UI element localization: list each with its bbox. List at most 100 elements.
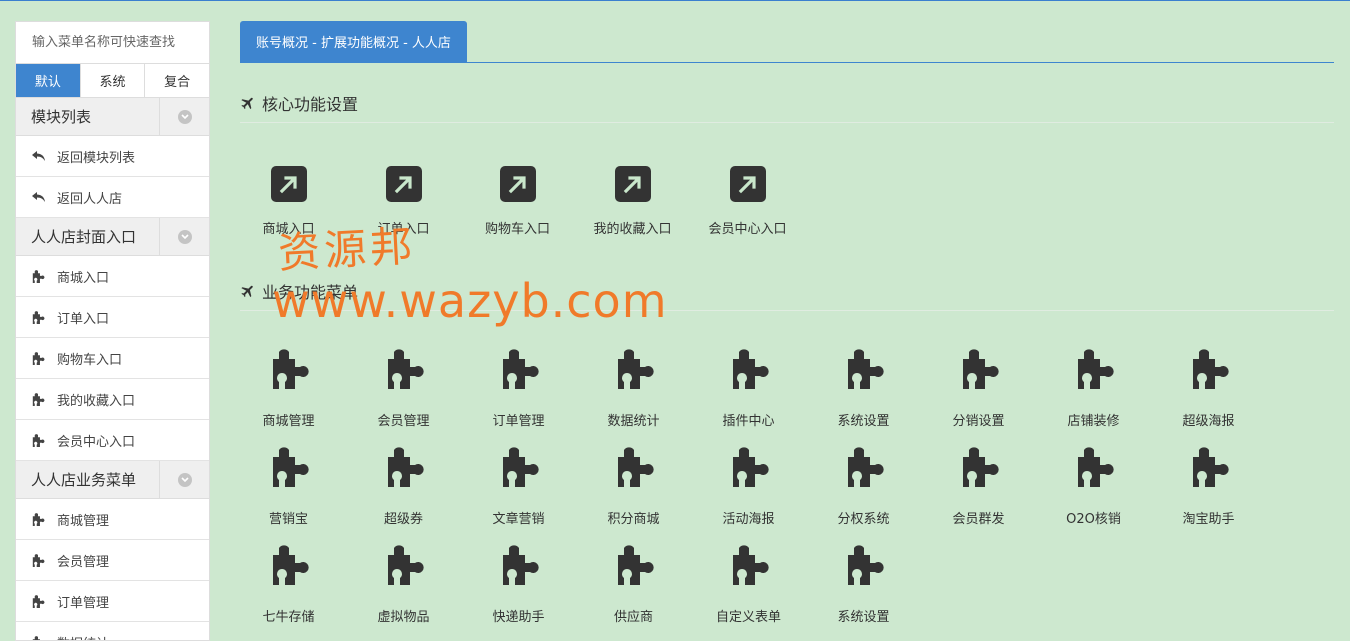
puzzle-icon — [31, 310, 47, 324]
tile-member-entry[interactable]: 会员中心入口 — [690, 166, 805, 237]
reply-icon — [31, 190, 47, 204]
business-tile[interactable]: 店铺装修 — [1036, 349, 1151, 429]
sidebar-item-member-entry[interactable]: 会员中心入口 — [16, 420, 209, 461]
business-tile[interactable]: 积分商城 — [576, 447, 691, 527]
tab-default[interactable]: 默认 — [16, 64, 81, 97]
tile-label: O2O核销 — [1066, 512, 1121, 527]
core-section-title: 核心功能设置 — [240, 91, 358, 115]
sidebar-item-label: 我的收藏入口 — [57, 393, 136, 409]
chevron-down-icon — [177, 229, 192, 244]
tile-label: 购物车入口 — [484, 222, 550, 237]
watermark-title: 资源邦 — [276, 221, 418, 278]
business-tile[interactable]: 数据统计 — [576, 349, 691, 429]
business-tile[interactable]: 会员群发 — [921, 447, 1036, 527]
tile-label: 供应商 — [613, 610, 653, 625]
menu-search-input[interactable] — [32, 35, 192, 50]
business-tile[interactable]: 超级券 — [346, 447, 461, 527]
puzzle-icon — [31, 351, 47, 365]
puzzle-icon — [384, 349, 424, 393]
tab-system[interactable]: 系统 — [81, 64, 146, 97]
puzzle-icon — [499, 447, 539, 491]
puzzle-icon — [959, 447, 999, 491]
external-link-icon — [270, 166, 307, 202]
tile-cart-entry[interactable]: 购物车入口 — [460, 166, 575, 237]
puzzle-icon — [844, 349, 884, 393]
group-title: 人人店业务菜单 — [31, 471, 137, 489]
sidebar-item-mall-entry[interactable]: 商城入口 — [16, 256, 209, 297]
sidebar-item-label: 会员中心入口 — [57, 434, 136, 450]
sidebar: 默认 系统 复合 模块列表 返回模块列表 返回人人店 人人店封面入口 — [15, 21, 210, 641]
group-collapse-button[interactable] — [159, 218, 209, 255]
business-tile[interactable]: 系统设置 — [806, 349, 921, 429]
sidebar-item-statistics[interactable]: 数据统计 — [16, 622, 209, 641]
group-shop-cover-entry: 人人店封面入口 — [16, 218, 209, 256]
tile-label: 超级券 — [383, 512, 423, 527]
business-tile[interactable]: 分销设置 — [921, 349, 1036, 429]
sidebar-item-back-modules[interactable]: 返回模块列表 — [16, 136, 209, 177]
business-tile[interactable]: 插件中心 — [691, 349, 806, 429]
business-tile[interactable]: 淘宝助手 — [1151, 447, 1266, 527]
external-link-icon — [729, 166, 766, 202]
sidebar-item-back-shop[interactable]: 返回人人店 — [16, 177, 209, 218]
business-tile[interactable]: 快递助手 — [461, 545, 576, 625]
plane-icon — [240, 283, 256, 299]
business-tile[interactable]: 活动海报 — [691, 447, 806, 527]
tile-label: 会员管理 — [377, 414, 430, 429]
chevron-down-icon — [177, 472, 192, 487]
sidebar-item-order-entry[interactable]: 订单入口 — [16, 297, 209, 338]
divider — [240, 122, 1334, 123]
sidebar-item-cart-entry[interactable]: 购物车入口 — [16, 338, 209, 379]
puzzle-icon — [1074, 349, 1114, 393]
tile-label: 插件中心 — [722, 414, 775, 429]
group-collapse-button[interactable] — [159, 461, 209, 498]
puzzle-icon — [31, 433, 47, 447]
group-collapse-button[interactable] — [159, 98, 209, 135]
business-tile[interactable]: 会员管理 — [346, 349, 461, 429]
business-tile[interactable]: 订单管理 — [461, 349, 576, 429]
business-tile[interactable]: 超级海报 — [1151, 349, 1266, 429]
tile-label: 活动海报 — [722, 512, 775, 527]
puzzle-icon — [614, 447, 654, 491]
puzzle-icon — [844, 545, 884, 589]
tile-label: 超级海报 — [1182, 414, 1235, 429]
sidebar-item-order-manage[interactable]: 订单管理 — [16, 581, 209, 622]
tile-label: 积分商城 — [607, 512, 660, 527]
section-heading: 核心功能设置 — [262, 95, 359, 114]
group-title: 模块列表 — [31, 108, 92, 126]
tile-label: 营销宝 — [268, 512, 308, 527]
sidebar-item-label: 返回模块列表 — [57, 150, 136, 166]
business-tile[interactable]: 虚拟物品 — [346, 545, 461, 625]
sidebar-item-label: 商城管理 — [57, 513, 110, 529]
puzzle-icon — [1074, 447, 1114, 491]
business-tile[interactable]: 分权系统 — [806, 447, 921, 527]
business-tile[interactable]: 七牛存储 — [231, 545, 346, 625]
puzzle-icon — [729, 447, 769, 491]
sidebar-item-favorites-entry[interactable]: 我的收藏入口 — [16, 379, 209, 420]
tile-label: 分权系统 — [837, 512, 890, 527]
reply-icon — [31, 149, 47, 163]
business-tile[interactable]: 自定义表单 — [691, 545, 806, 625]
breadcrumb: 账号概况 - 扩展功能概况 - 人人店 — [240, 21, 467, 62]
tile-label: 分销设置 — [952, 414, 1005, 429]
tile-label: 快递助手 — [492, 610, 545, 625]
sidebar-item-label: 数据统计 — [57, 633, 109, 641]
business-tile[interactable]: 文章营销 — [461, 447, 576, 527]
sidebar-item-label: 订单管理 — [57, 595, 110, 611]
business-tile[interactable]: 供应商 — [576, 545, 691, 625]
watermark-url: www.wazyb.com — [272, 274, 668, 328]
business-tile[interactable]: 营销宝 — [231, 447, 346, 527]
sidebar-item-member-manage[interactable]: 会员管理 — [16, 540, 209, 581]
puzzle-icon — [499, 349, 539, 393]
business-tile[interactable]: 系统设置 — [806, 545, 921, 625]
tab-composite[interactable]: 复合 — [145, 64, 209, 97]
business-tile[interactable]: 商城管理 — [231, 349, 346, 429]
group-shop-business-menu: 人人店业务菜单 — [16, 461, 209, 499]
tile-label: 我的收藏入口 — [593, 222, 672, 237]
sidebar-item-mall-manage[interactable]: 商城管理 — [16, 499, 209, 540]
sidebar-item-label: 订单入口 — [57, 311, 110, 327]
external-link-icon — [499, 166, 536, 202]
tile-favorites-entry[interactable]: 我的收藏入口 — [575, 166, 690, 237]
tile-label: 数据统计 — [607, 414, 660, 429]
business-tile[interactable]: O2O核销 — [1036, 447, 1151, 527]
puzzle-icon — [729, 545, 769, 589]
